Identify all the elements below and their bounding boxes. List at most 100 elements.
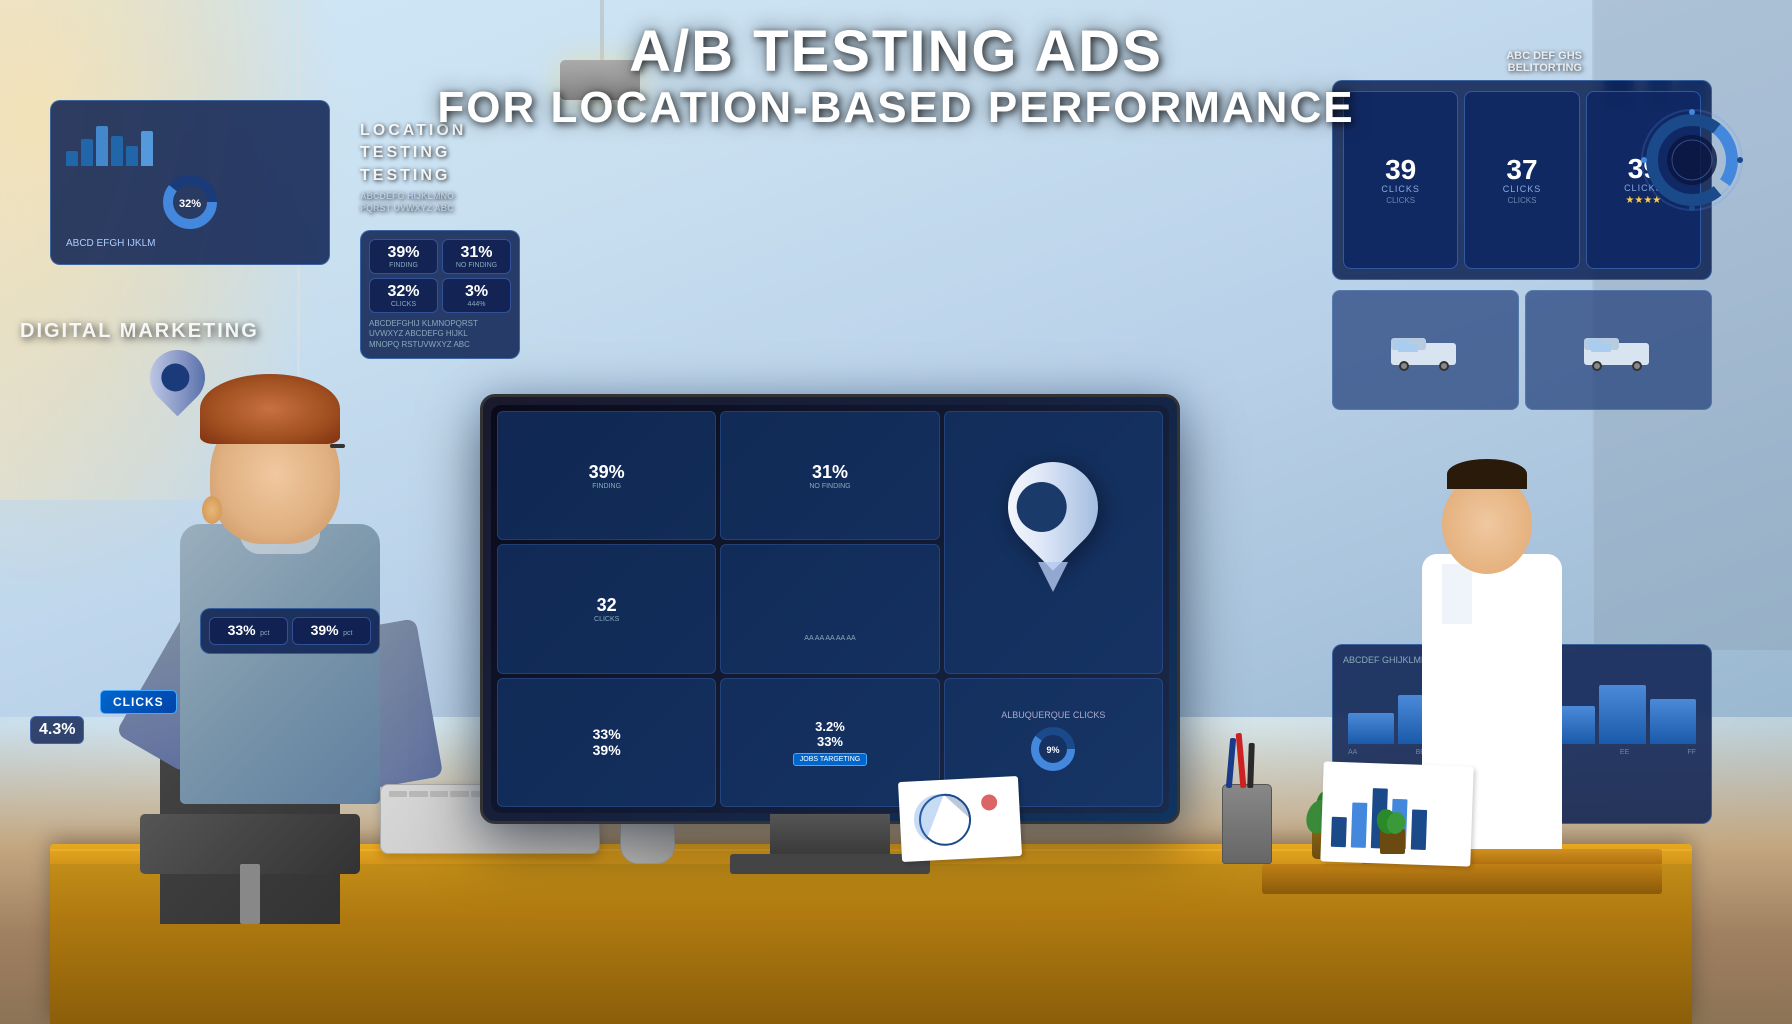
click-stat-2: 37 CLICKS CLICKS xyxy=(1464,91,1579,269)
monitor-base xyxy=(730,854,930,874)
circular-dial xyxy=(1632,100,1752,220)
bl-sub-33: pct xyxy=(260,630,269,637)
paper-1 xyxy=(898,776,1022,862)
vehicle-box-2 xyxy=(1525,290,1712,410)
albuquerque-label: ALBUQUERQUE CLICKS xyxy=(1001,710,1105,720)
donut-chart: 9% xyxy=(1028,724,1078,774)
lamp-shade xyxy=(560,60,640,100)
loc-text-3: TESTING xyxy=(360,165,466,187)
paper-chart xyxy=(903,781,1016,852)
vehicle-area xyxy=(1332,290,1712,410)
label-finding: FINDING xyxy=(376,262,431,269)
loc-text-1: LOCATION xyxy=(360,120,466,142)
stat-32p: 32% CLICKS xyxy=(369,278,438,313)
bl-39: 39% pct xyxy=(292,617,371,645)
left-donut: 32% xyxy=(160,172,220,232)
loc-subtext: ABCDEFG HIJKLMNOPQRST UVWXYZ ABC xyxy=(360,191,466,214)
bl-33: 33% pct xyxy=(209,617,288,645)
stat-33b: 33% xyxy=(817,734,843,749)
click-label-2: CLICKS xyxy=(1503,184,1542,194)
stat-39pct: 39% xyxy=(589,462,625,483)
bg-desk xyxy=(1262,864,1662,894)
pen-holder xyxy=(1222,784,1272,864)
click-sub-1: CLICKS xyxy=(1386,196,1415,205)
stat-grid: 39% FINDING 31% NO FINDING 32% CLICKS 3%… xyxy=(369,239,511,313)
screen-cell-1: 39% FINDING xyxy=(497,411,716,540)
rbar-6 xyxy=(1599,685,1645,745)
top-right-text: ABC DEF GHS BELITORTING xyxy=(1506,50,1582,74)
loc-text-2: TESTING xyxy=(360,142,466,164)
key xyxy=(389,791,407,797)
key xyxy=(409,791,427,797)
stat-finding: FINDING xyxy=(592,483,621,490)
mini-bar-2 xyxy=(81,139,93,167)
label-nf: NO FINDING xyxy=(449,262,504,269)
left-panel-stats: ABCD EFGH IJKLM xyxy=(66,238,314,249)
van-icon-2 xyxy=(1579,328,1659,373)
screen-cell-2: 31% NO FINDING xyxy=(720,411,939,540)
pin-inner xyxy=(1017,482,1067,532)
pin-tail xyxy=(1038,562,1068,592)
left-stat-panel: 39% FINDING 31% NO FINDING 32% CLICKS 3%… xyxy=(360,230,520,359)
screen-cell-pin xyxy=(944,411,1163,674)
rbar-1 xyxy=(1348,713,1394,745)
dial-container xyxy=(1632,100,1752,220)
small-stat-label: ABCD EFGH IJKLM xyxy=(66,238,314,249)
monitor: 39% FINDING 31% NO FINDING xyxy=(480,394,1180,854)
key xyxy=(430,791,448,797)
label-clicks2: CLICKS xyxy=(376,301,431,308)
screen-cell-3: 32 CLICKS xyxy=(497,544,716,673)
left-location-pin xyxy=(150,350,210,430)
val-39: 39% xyxy=(376,244,431,262)
bl-grid: 33% pct 39% pct xyxy=(209,617,371,645)
monitor-frame: 39% FINDING 31% NO FINDING xyxy=(480,394,1180,824)
screen-cell-4: 33% 39% xyxy=(497,678,716,807)
chart-labels: AA AA AA AA AA xyxy=(804,635,855,642)
paper-content xyxy=(898,776,1022,862)
stat-33: 33% xyxy=(593,726,621,742)
bl-val-33: 33% xyxy=(228,622,256,638)
hud-left-panel: 32% ABCD EFGH IJKLM xyxy=(50,100,330,265)
panel-subtext: ABCDEFGHIJ KLMNOPQRSTUVWXYZ ABCDEFG HIJK… xyxy=(369,319,511,350)
stat-32: 32 xyxy=(597,595,617,616)
bg-plant xyxy=(1372,784,1412,854)
monitor-screen: 39% FINDING 31% NO FINDING xyxy=(491,405,1169,813)
rbar-label-6: FF xyxy=(1687,749,1696,756)
location-testing-panel: LOCATION TESTING TESTING ABCDEFG HIJKLMN… xyxy=(360,120,466,215)
mini-bar-1 xyxy=(66,151,78,166)
mini-bar-4 xyxy=(111,136,123,166)
top-right-line1: ABC DEF GHS xyxy=(1506,50,1582,62)
left-pin-head xyxy=(139,339,217,417)
bar-chart-main xyxy=(820,575,840,635)
click-label-1: CLICKS xyxy=(1381,184,1420,194)
van-icon-1 xyxy=(1386,328,1466,373)
val-32: 32% xyxy=(376,283,431,301)
mini-bar-3 xyxy=(96,126,108,166)
bg-hair xyxy=(1447,459,1527,489)
stat-3p: 3% 444% xyxy=(442,278,511,313)
svg-text:9%: 9% xyxy=(1047,745,1060,755)
stat-nofinding: NO FINDING xyxy=(809,483,850,490)
scene: 39% FINDING 31% NO FINDING xyxy=(0,0,1792,1024)
jobs-button[interactable]: JOBS TARGETING xyxy=(793,753,867,766)
label-444: 444% xyxy=(449,301,504,308)
person-ear xyxy=(202,496,222,524)
mini-bar-5 xyxy=(126,146,138,166)
chair-leg xyxy=(240,864,260,924)
clicks-button-left[interactable]: CLICKS xyxy=(100,690,177,714)
stat-32pct: 3.2% xyxy=(815,719,845,734)
click-number-2: 37 xyxy=(1506,156,1537,184)
stat-31pct: 31% xyxy=(812,462,848,483)
mini-bar-6 xyxy=(141,131,153,166)
click-sub-2: CLICKS xyxy=(1508,196,1537,205)
click-number-1: 39 xyxy=(1385,156,1416,184)
bl-sub-39: pct xyxy=(343,630,352,637)
person-hair xyxy=(200,374,340,444)
svg-text:32%: 32% xyxy=(179,198,201,210)
val-3: 3% xyxy=(449,283,504,301)
stat-39b: 39% xyxy=(593,742,621,758)
rbar-label-1: AA xyxy=(1348,749,1357,756)
pct-badge-left: 4.3% xyxy=(30,716,84,744)
left-pin-inner xyxy=(161,364,189,392)
bl-val-39: 39% xyxy=(311,622,339,638)
